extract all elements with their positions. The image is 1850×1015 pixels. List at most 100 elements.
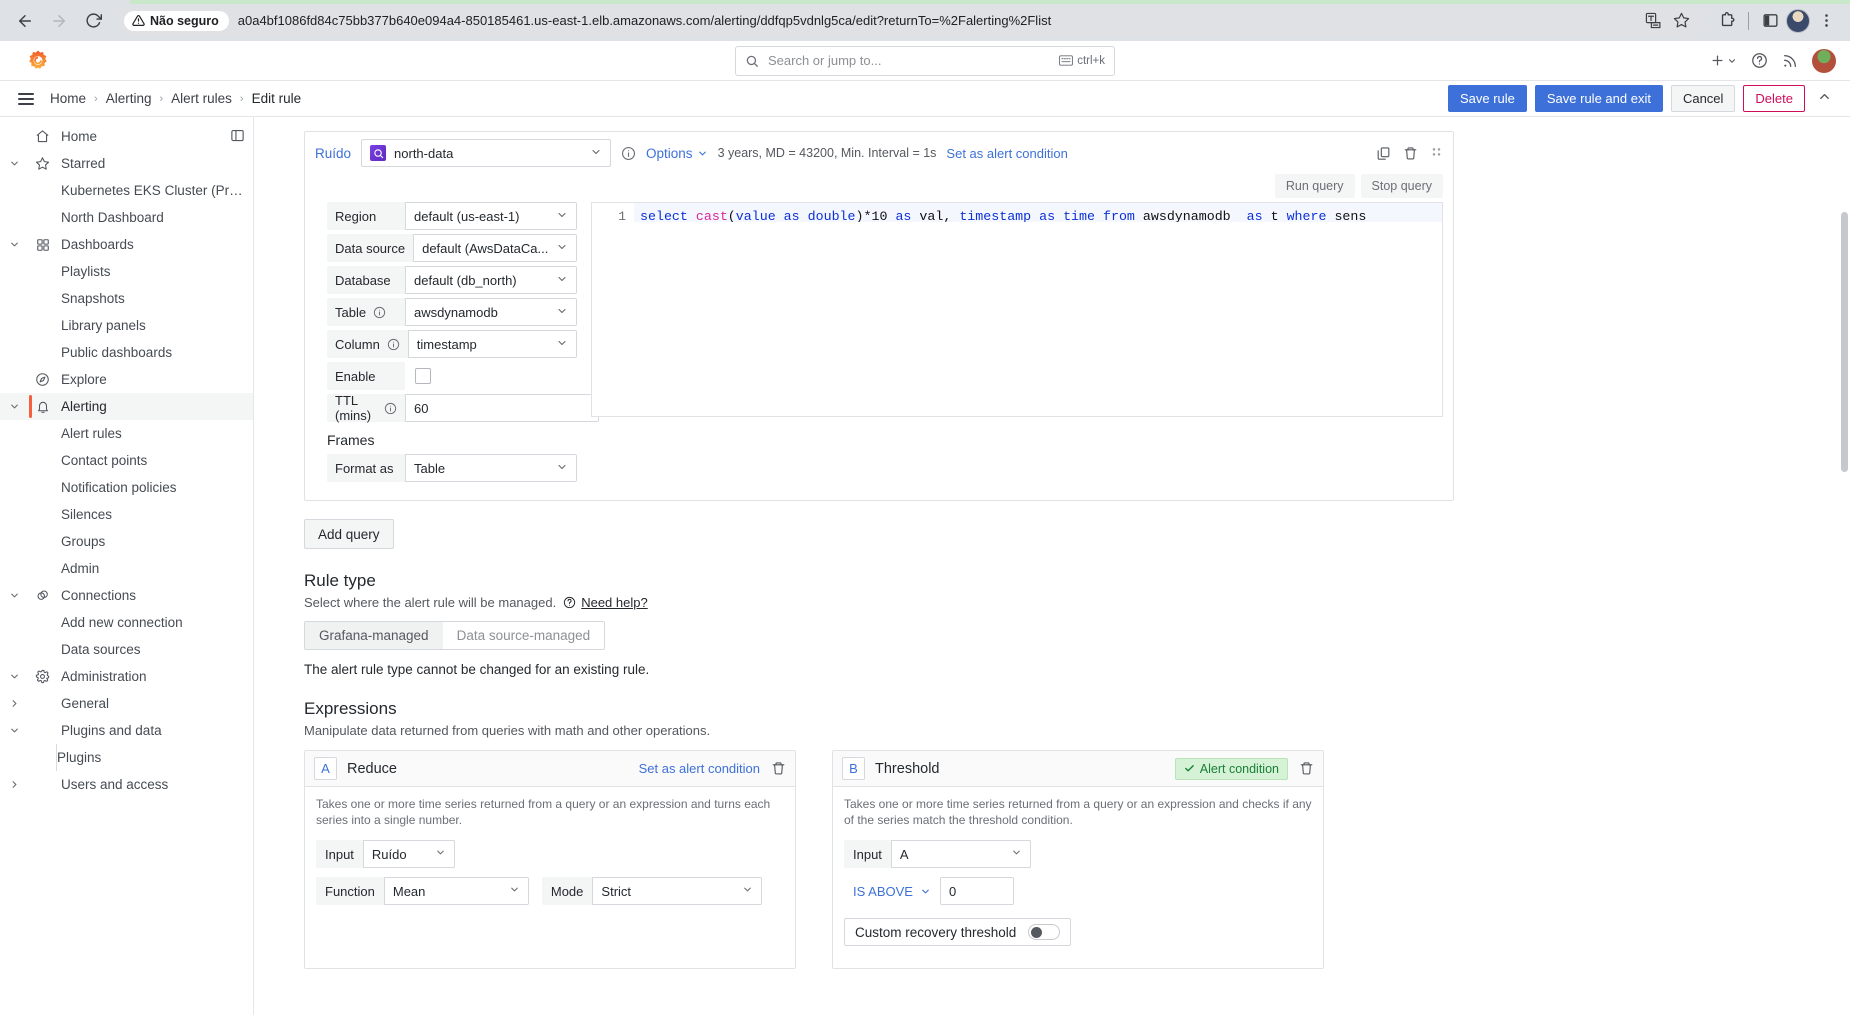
sidebar-item-home[interactable]: Home — [0, 123, 253, 150]
rss-news-icon[interactable] — [1782, 53, 1798, 69]
puzzle-piece-icon[interactable] — [1713, 7, 1741, 35]
format-as-select[interactable]: Table — [405, 454, 577, 482]
chevron-up-icon[interactable] — [1813, 87, 1836, 111]
side-panel-icon[interactable] — [1756, 7, 1784, 35]
info-circle-icon[interactable] — [373, 306, 386, 319]
field-value-region: default (us-east-1) — [414, 208, 520, 224]
sidebar-item-public-dashboards[interactable]: Public dashboards — [0, 339, 253, 366]
sidebar-item-north-dashboard[interactable]: North Dashboard — [0, 204, 253, 231]
profile-avatar[interactable] — [1786, 8, 1810, 33]
user-avatar[interactable] — [1812, 48, 1836, 73]
field-select-database[interactable]: default (db_north) — [405, 266, 577, 294]
chevron-right-icon[interactable] — [0, 779, 29, 790]
chevron-down-icon[interactable] — [0, 239, 29, 250]
sidebar-item-snapshots[interactable]: Snapshots — [0, 285, 253, 312]
star-icon[interactable] — [1669, 9, 1693, 33]
sidebar-item-alerting[interactable]: Alerting — [0, 393, 253, 420]
set-as-alert-condition-link[interactable]: Set as alert condition — [639, 761, 760, 776]
global-search[interactable]: ctrl+k — [735, 45, 1115, 76]
field-select-column[interactable]: timestamp — [407, 330, 577, 358]
sidebar-item-dashboards[interactable]: Dashboards — [0, 231, 253, 258]
reload-icon[interactable] — [78, 6, 108, 36]
toggle-switch[interactable] — [1028, 924, 1061, 941]
field-input-ttl-mins[interactable] — [405, 394, 599, 422]
chevron-down-icon[interactable] — [0, 671, 29, 682]
chevron-down-icon[interactable] — [0, 725, 29, 736]
back-arrow-icon[interactable] — [10, 6, 40, 36]
sql-query-text[interactable]: select cast(value as double)*10 as val, … — [634, 203, 1442, 222]
search-input[interactable] — [766, 52, 1060, 69]
datasource-picker[interactable]: north-data — [361, 139, 612, 167]
field-select-region[interactable]: default (us-east-1) — [405, 202, 577, 230]
sidebar-item-add-new-connection[interactable]: Add new connection — [0, 609, 253, 636]
breadcrumb-item-home[interactable]: Home — [50, 91, 86, 106]
field-checkbox-enable[interactable] — [415, 368, 431, 384]
stop-query-button[interactable]: Stop query — [1360, 174, 1443, 198]
info-circle-icon[interactable] — [387, 338, 400, 351]
forward-arrow-icon[interactable] — [44, 6, 74, 36]
field-select-table[interactable]: awsdynamodb — [405, 298, 577, 326]
custom-recovery-threshold-toggle[interactable]: Custom recovery threshold — [844, 918, 1072, 947]
sidebar-item-library-panels[interactable]: Library panels — [0, 312, 253, 339]
sidebar-item-explore[interactable]: Explore — [0, 366, 253, 393]
trash-icon[interactable] — [771, 761, 786, 776]
threshold-operator-select[interactable]: IS ABOVE — [844, 877, 940, 905]
set-as-alert-condition-link[interactable]: Set as alert condition — [946, 146, 1067, 161]
reduce-input-select[interactable]: Ruído — [362, 840, 455, 869]
sidebar-item-plugins-and-data[interactable]: Plugins and data — [0, 717, 253, 744]
chevron-right-icon[interactable] — [0, 698, 29, 709]
sidebar-item-alert-rules[interactable]: Alert rules — [0, 420, 253, 447]
sidebar-item-data-sources[interactable]: Data sources — [0, 636, 253, 663]
sql-code-editor[interactable]: 1 select cast(value as double)*10 as val… — [591, 202, 1443, 417]
grafana-logo[interactable] — [24, 47, 52, 75]
hamburger-menu-icon[interactable] — [14, 89, 38, 109]
reduce-function-select[interactable]: Mean — [383, 877, 529, 906]
chevron-down-icon[interactable] — [0, 158, 29, 169]
query-options-toggle[interactable]: Options — [646, 146, 708, 161]
info-circle-icon[interactable] — [384, 402, 397, 415]
sidebar-item-plugins[interactable]: Plugins — [0, 744, 253, 771]
not-secure-badge[interactable]: Não seguro — [124, 10, 229, 31]
rule-type-option-datasource-managed[interactable]: Data source-managed — [442, 622, 605, 649]
threshold-input-select[interactable]: A — [890, 840, 1031, 869]
trash-icon[interactable] — [1299, 761, 1314, 776]
three-dot-menu-icon[interactable] — [1812, 7, 1840, 35]
sidebar-item-kubernetes-eks-cluster-pro[interactable]: Kubernetes EKS Cluster (Pro... — [0, 177, 253, 204]
threshold-value-input[interactable] — [939, 877, 1014, 906]
sidebar-item-admin[interactable]: Admin — [0, 555, 253, 582]
sidebar-item-groups[interactable]: Groups — [0, 528, 253, 555]
sidebar-item-playlists[interactable]: Playlists — [0, 258, 253, 285]
address-bar[interactable]: Não seguro a0a4bf1086fd84c75bb377b640e09… — [118, 5, 1703, 36]
chevron-down-icon[interactable] — [0, 401, 29, 412]
run-query-button[interactable]: Run query — [1274, 174, 1355, 198]
cancel-button[interactable]: Cancel — [1670, 85, 1736, 112]
dock-menu-icon[interactable] — [230, 128, 245, 146]
sidebar-item-users-and-access[interactable]: Users and access — [0, 771, 253, 798]
trash-icon[interactable] — [1403, 146, 1418, 161]
need-help-link[interactable]: Need help? — [563, 595, 648, 610]
save-rule-and-exit-button[interactable]: Save rule and exit — [1534, 85, 1663, 112]
drag-handle-icon[interactable] — [1430, 146, 1443, 161]
sidebar-item-contact-points[interactable]: Contact points — [0, 447, 253, 474]
info-circle-icon[interactable] — [621, 146, 636, 161]
chevron-down-icon[interactable] — [0, 590, 29, 601]
save-rule-button[interactable]: Save rule — [1447, 85, 1527, 112]
reduce-mode-select[interactable]: Strict — [592, 877, 763, 906]
translate-icon[interactable] — [1641, 9, 1665, 33]
field-select-data-source[interactable]: default (AwsDataCa... — [413, 234, 577, 262]
breadcrumb-item-alerting[interactable]: Alerting — [106, 91, 152, 106]
page-scrollbar[interactable] — [1841, 212, 1848, 472]
sidebar-item-notification-policies[interactable]: Notification policies — [0, 474, 253, 501]
add-query-button[interactable]: Add query — [304, 519, 394, 549]
copy-icon[interactable] — [1376, 146, 1391, 161]
sidebar-item-silences[interactable]: Silences — [0, 501, 253, 528]
question-circle-icon[interactable] — [1751, 52, 1768, 69]
sidebar-item-connections[interactable]: Connections — [0, 582, 253, 609]
plus-icon[interactable] — [1710, 53, 1737, 68]
sidebar-item-administration[interactable]: Administration — [0, 663, 253, 690]
sidebar-item-general[interactable]: General — [0, 690, 253, 717]
breadcrumb-item-alert-rules[interactable]: Alert rules — [171, 91, 232, 106]
sidebar-item-starred[interactable]: Starred — [0, 150, 253, 177]
rule-type-option-grafana-managed[interactable]: Grafana-managed — [305, 622, 443, 649]
delete-button[interactable]: Delete — [1743, 85, 1805, 112]
